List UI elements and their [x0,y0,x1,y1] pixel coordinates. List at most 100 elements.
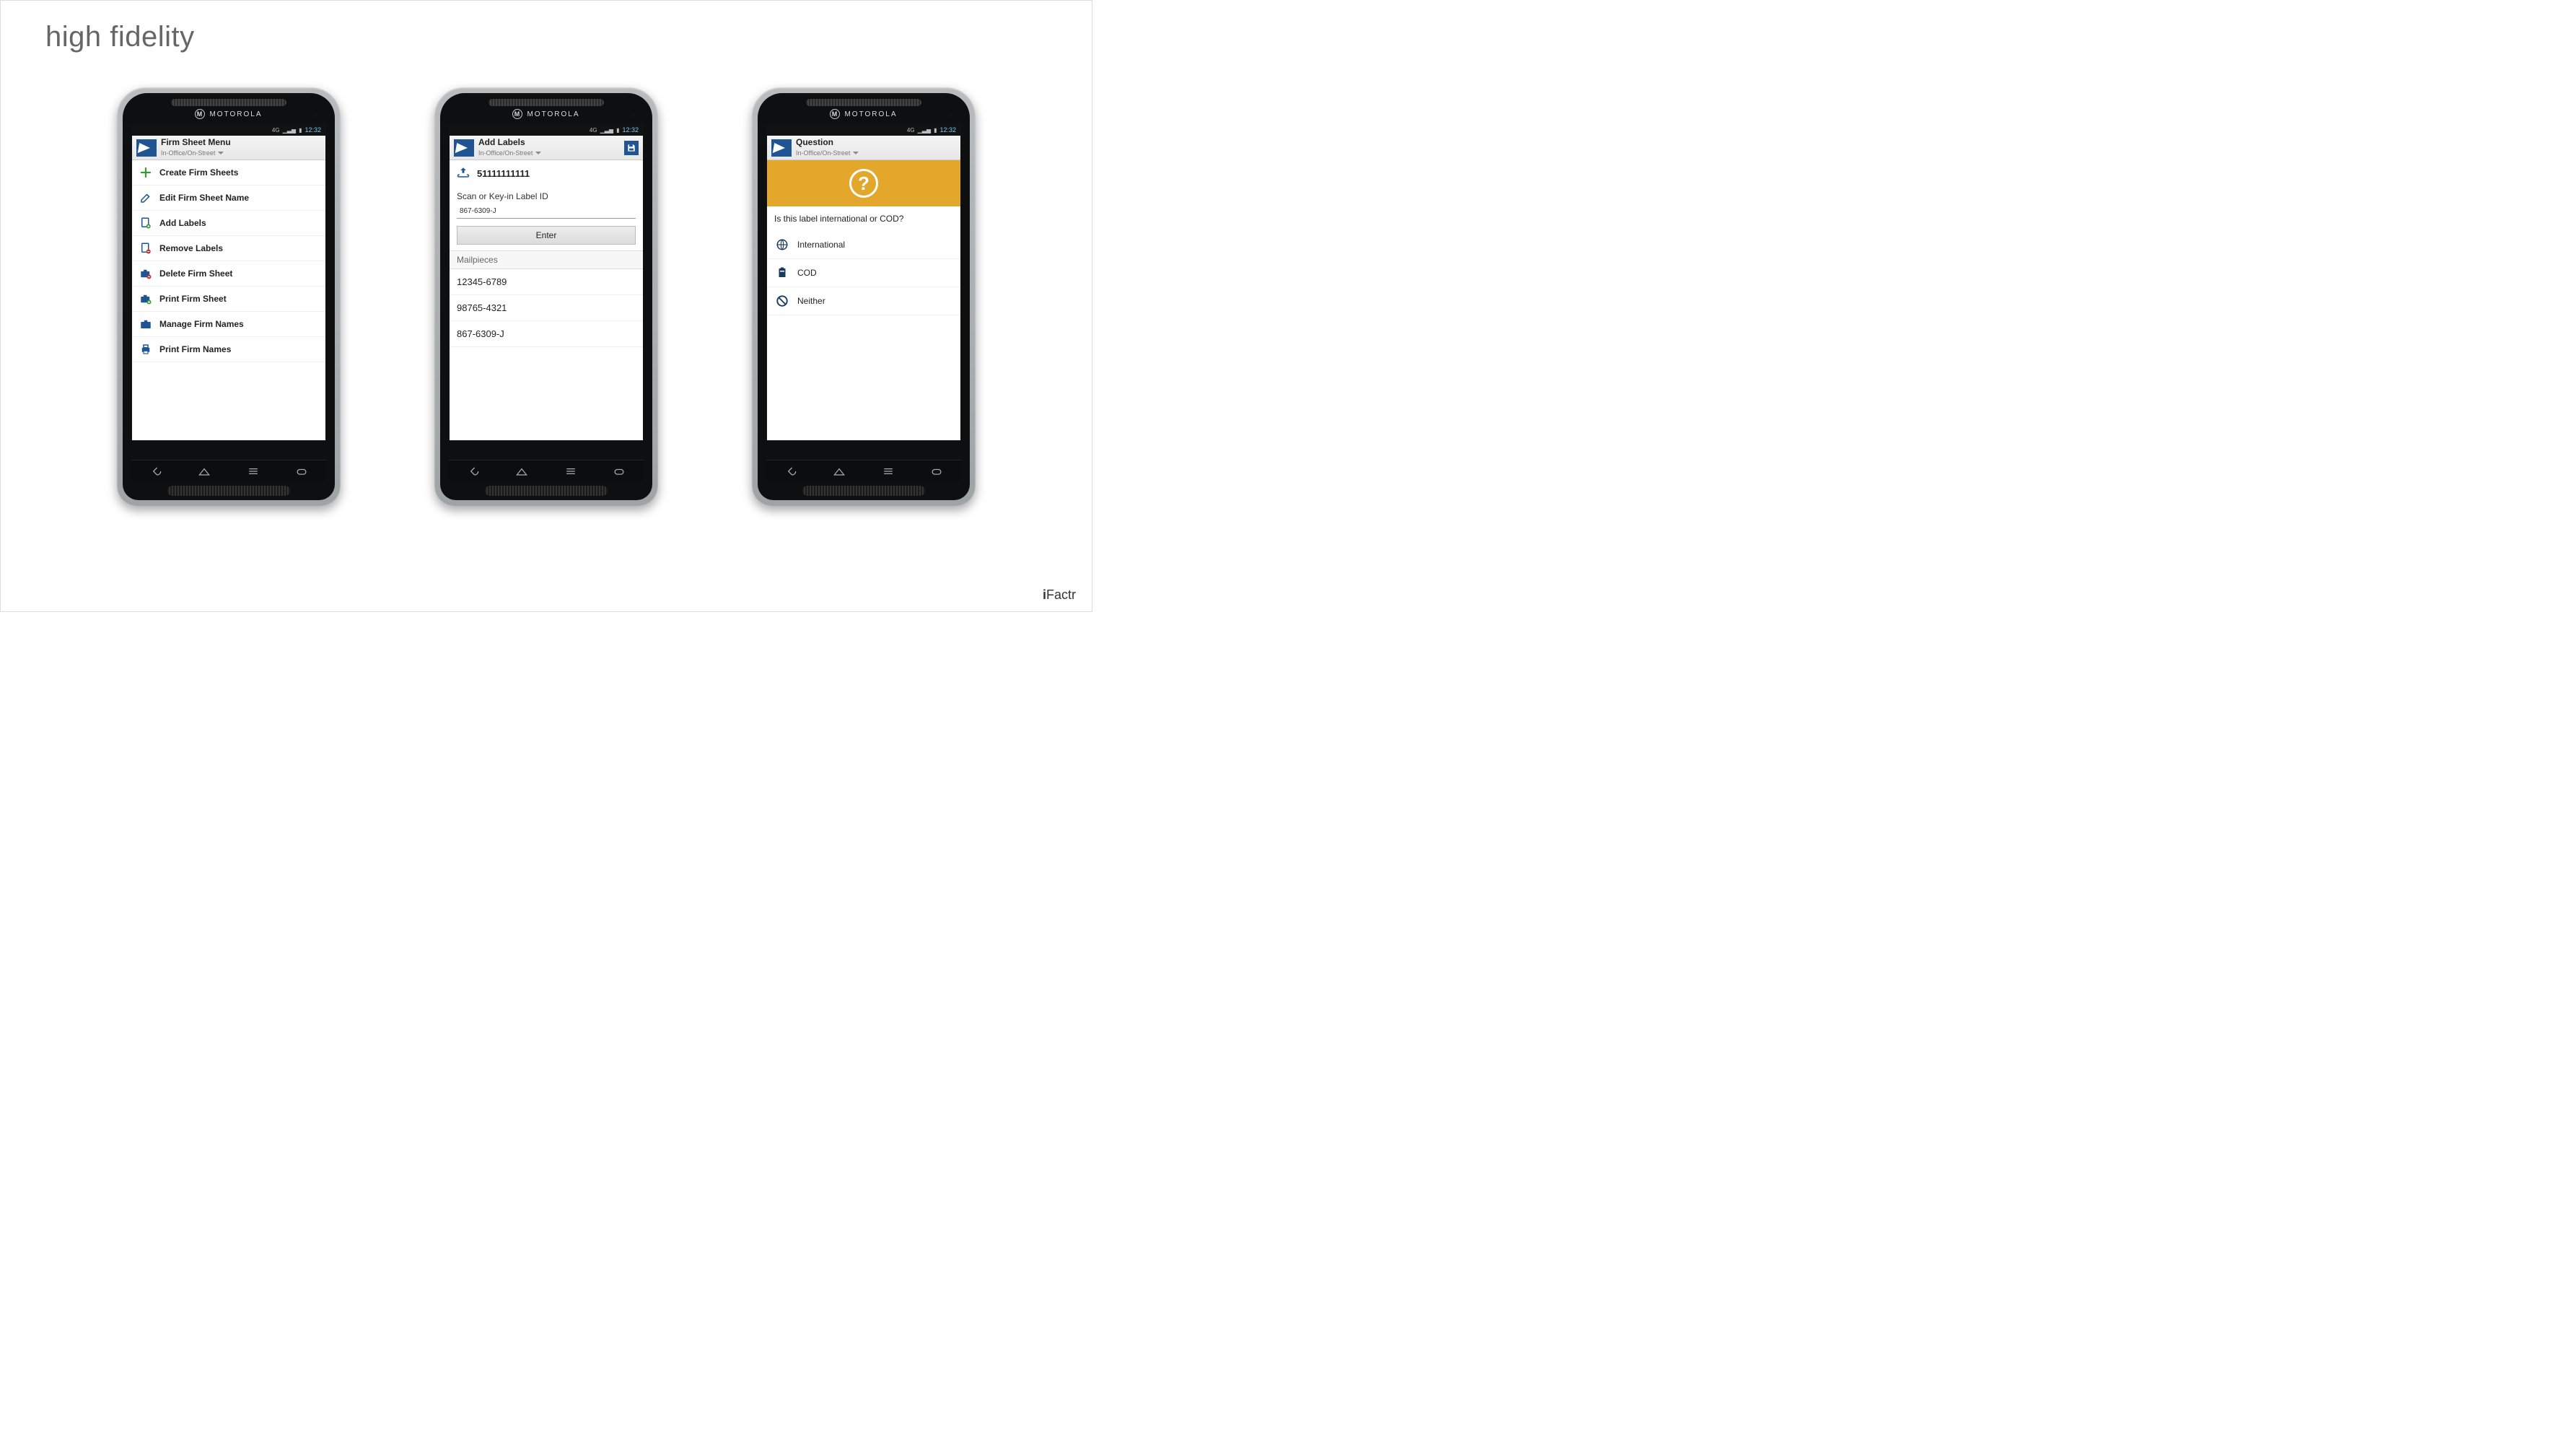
question-mark-icon: ? [849,169,878,198]
app-header: Question In-Office/On-Street [767,136,960,160]
question-banner: ? [767,160,960,206]
page-title: high fidelity [45,21,195,53]
status-bar: 4G ▁▃▅ ▮ 12:32 [132,124,325,136]
phone-row: M MOTOROLA 4G ▁▃▅ ▮ 12:32 Firm Sheet Men… [1,87,1092,506]
printer-icon [139,343,152,356]
mode-dropdown[interactable]: In-Office/On-Street [796,150,859,157]
menu-item-edit-firm-sheet-name[interactable]: Edit Firm Sheet Name [132,185,325,211]
home-icon[interactable] [197,464,211,479]
option-neither[interactable]: Neither [767,287,960,315]
menu-label: Add Labels [159,218,206,228]
app-header: Add Labels In-Office/On-Street [450,136,643,160]
menu-label: Create Firm Sheets [159,167,238,178]
footer-brand: iFactr [1043,587,1076,603]
menu-item-create-firm-sheets[interactable]: Create Firm Sheets [132,160,325,185]
menu-item-add-labels[interactable]: Add Labels [132,211,325,236]
screen-2: 4G ▁▃▅ ▮ 12:32 Add Labels In-Office/On-S… [449,123,644,441]
phone-brand: M MOTOROLA [758,109,970,119]
usps-logo-icon [136,139,157,157]
usps-logo-icon [454,139,474,157]
mode-dropdown[interactable]: In-Office/On-Street [161,150,224,157]
phone-brand-text: MOTOROLA [527,110,579,118]
globe-icon [776,238,789,251]
battery-icon: ▮ [934,127,937,134]
bottom-grill [485,486,608,496]
search-icon[interactable] [929,464,944,479]
mailpiece-row[interactable]: 98765-4321 [450,295,643,321]
footer-brand-text: Factr [1046,587,1076,602]
phone-device-3: M MOTOROLA 4G ▁▃▅ ▮ 12:32 Question In-Of… [752,87,976,506]
menu-label: Manage Firm Names [159,319,244,329]
motorola-logo-icon: M [830,109,840,119]
phone-device-2: M MOTOROLA 4G ▁▃▅ ▮ 12:32 Add Labels In-… [434,87,658,506]
screen-title: Firm Sheet Menu [161,138,321,147]
briefcase-delete-icon [139,267,152,280]
back-icon[interactable] [149,464,163,479]
menu-item-print-firm-sheet[interactable]: Print Firm Sheet [132,287,325,312]
plus-icon [139,166,152,179]
sensor-icon [948,112,954,118]
status-bar: 4G ▁▃▅ ▮ 12:32 [767,124,960,136]
menu-list: Create Firm Sheets Edit Firm Sheet Name … [132,160,325,440]
network-icon: 4G [907,127,915,134]
label-id-input[interactable] [457,204,636,219]
signal-icon: ▁▃▅ [600,127,613,134]
menu-label: Delete Firm Sheet [159,268,232,279]
floppy-icon [626,143,636,153]
speaker-grill [489,99,604,106]
scan-instruction: Scan or Key-in Label ID [450,187,643,203]
phone-brand-text: MOTOROLA [209,110,262,118]
app-header: Firm Sheet Menu In-Office/On-Street [132,136,325,160]
android-nav-bar [131,460,326,481]
option-label: COD [797,268,817,278]
menu-label: Edit Firm Sheet Name [159,193,249,203]
motorola-logo-icon: M [195,109,205,119]
mode-dropdown[interactable]: In-Office/On-Street [478,150,541,157]
option-international[interactable]: International [767,231,960,259]
status-bar: 4G ▁▃▅ ▮ 12:32 [450,124,643,136]
bottom-grill [802,486,925,496]
mailpieces-header: Mailpieces [450,250,643,269]
screen-1: 4G ▁▃▅ ▮ 12:32 Firm Sheet Menu In-Office… [131,123,326,441]
signal-icon: ▁▃▅ [918,127,931,134]
speaker-grill [806,99,921,106]
option-label: Neither [797,296,825,306]
screen-title: Question [796,138,956,147]
option-cod[interactable]: COD [767,259,960,287]
enter-button[interactable]: Enter [457,226,636,245]
phone-brand: M MOTOROLA [440,109,652,119]
question-text: Is this label international or COD? [767,206,960,231]
bottom-grill [167,486,290,496]
edit-icon [139,191,152,204]
mailpiece-row[interactable]: 12345-6789 [450,269,643,295]
menu-label: Remove Labels [159,243,223,253]
menu-label: Print Firm Names [159,344,231,354]
menu-item-delete-firm-sheet[interactable]: Delete Firm Sheet [132,261,325,287]
search-icon[interactable] [294,464,309,479]
upload-icon [457,166,470,181]
briefcase-print-icon [139,292,152,305]
save-button[interactable] [624,141,639,155]
clock-text: 12:32 [622,126,639,134]
back-icon[interactable] [784,464,798,479]
menu-item-remove-labels[interactable]: Remove Labels [132,236,325,261]
home-icon[interactable] [832,464,846,479]
recent-icon[interactable] [564,464,578,479]
network-icon: 4G [590,127,597,134]
home-icon[interactable] [514,464,529,479]
screen-title: Add Labels [478,138,620,147]
document-remove-icon [139,242,152,255]
recent-icon[interactable] [246,464,260,479]
recent-icon[interactable] [881,464,895,479]
mailpiece-row[interactable]: 867-6309-J [450,321,643,347]
document-add-icon [139,217,152,230]
signal-icon: ▁▃▅ [283,127,296,134]
menu-item-print-firm-names[interactable]: Print Firm Names [132,337,325,362]
menu-label: Print Firm Sheet [159,294,227,304]
back-icon[interactable] [466,464,481,479]
phone-brand: M MOTOROLA [123,109,335,119]
menu-item-manage-firm-names[interactable]: Manage Firm Names [132,312,325,337]
clock-text: 12:32 [939,126,956,134]
battery-icon: ▮ [616,127,619,134]
search-icon[interactable] [612,464,626,479]
